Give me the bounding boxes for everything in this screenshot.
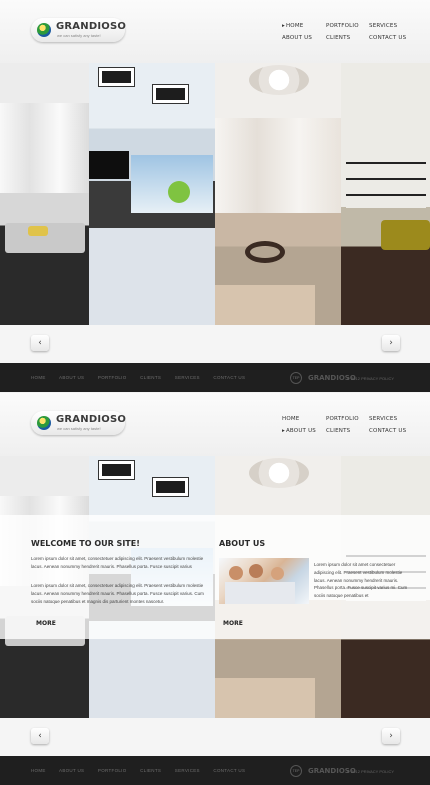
footer-link-about[interactable]: ABOUT US bbox=[59, 768, 84, 773]
prev-arrow-button[interactable]: ‹ bbox=[31, 728, 49, 744]
carousel-controls: ‹ › bbox=[0, 718, 430, 756]
site-footer: HOME ABOUT US PORTFOLIO CLIENTS SERVICES… bbox=[0, 756, 430, 785]
nav-about-us[interactable]: ABOUT US bbox=[282, 35, 312, 41]
footer-link-portfolio[interactable]: PORTFOLIO bbox=[98, 375, 127, 380]
about-more-button[interactable]: MORE bbox=[223, 620, 243, 627]
footer-link-home[interactable]: HOME bbox=[31, 768, 46, 773]
logo-text: GRANDIOSO bbox=[56, 21, 127, 32]
logo-text: GRANDIOSO bbox=[56, 414, 127, 425]
footer-link-portfolio[interactable]: PORTFOLIO bbox=[98, 768, 127, 773]
welcome-title: WELCOME TO OUR SITE! bbox=[31, 539, 140, 548]
gallery-panel-bedroom[interactable] bbox=[215, 63, 341, 325]
footer-link-home[interactable]: HOME bbox=[31, 375, 46, 380]
bed-decor bbox=[215, 285, 315, 325]
welcome-more-button[interactable]: MORE bbox=[36, 620, 56, 627]
gallery-panel-modern-lounge[interactable] bbox=[89, 63, 215, 325]
gallery-panel-study[interactable] bbox=[341, 63, 430, 325]
nav-portfolio[interactable]: PORTFOLIO bbox=[326, 416, 359, 422]
ceiling-lamp-decor bbox=[152, 477, 189, 497]
next-arrow-button[interactable]: › bbox=[382, 728, 400, 744]
footer-nav: HOME ABOUT US PORTFOLIO CLIENTS SERVICES… bbox=[31, 375, 257, 380]
nav-services[interactable]: SERVICES bbox=[369, 416, 397, 422]
hero-gallery bbox=[0, 63, 430, 325]
logo-tagline: we can satisfy any taste! bbox=[57, 426, 101, 431]
footer-badge-icon: TEP bbox=[290, 765, 302, 777]
logo-emblem-icon bbox=[37, 416, 51, 430]
footer-badge-icon: TEP bbox=[290, 372, 302, 384]
footer-nav: HOME ABOUT US PORTFOLIO CLIENTS SERVICES… bbox=[31, 768, 257, 773]
footer-link-about[interactable]: ABOUT US bbox=[59, 375, 84, 380]
about-title: ABOUT US bbox=[219, 539, 266, 548]
table-decor bbox=[245, 241, 285, 263]
bed-decor bbox=[215, 678, 315, 718]
logo[interactable]: GRANDIOSO we can satisfy any taste! bbox=[31, 18, 127, 42]
carousel-controls: ‹ › bbox=[0, 325, 430, 363]
nav-about-us[interactable]: ABOUT US bbox=[282, 428, 316, 434]
welcome-paragraph-2: Lorem ipsum dolor sit amet, consectetuer… bbox=[31, 583, 204, 604]
screen-home: GRANDIOSO we can satisfy any taste! HOME… bbox=[0, 0, 430, 392]
nav-services[interactable]: SERVICES bbox=[369, 23, 397, 29]
plant-decor bbox=[168, 181, 190, 203]
pendant-lamp-decor bbox=[249, 458, 309, 488]
nav-clients[interactable]: CLIENTS bbox=[326, 35, 350, 41]
footer-copyright[interactable]: © 2012 PRIVACY POLICY bbox=[347, 769, 394, 774]
footer-brand: TEP GRANDIOSO © 2012 PRIVACY POLICY bbox=[290, 764, 410, 778]
prev-arrow-button[interactable]: ‹ bbox=[31, 335, 49, 351]
ceiling-lamp-decor bbox=[98, 67, 135, 87]
footer-link-contact[interactable]: CONTACT US bbox=[213, 768, 245, 773]
tv-decor bbox=[89, 151, 129, 179]
cushion-decor bbox=[28, 226, 48, 236]
shelves-decor bbox=[346, 148, 426, 208]
footer-link-clients[interactable]: CLIENTS bbox=[140, 375, 161, 380]
footer-link-services[interactable]: SERVICES bbox=[175, 375, 200, 380]
about-paragraph: Lorem ipsum dolor sit amet consectetuer … bbox=[314, 562, 408, 599]
main-nav: HOME PORTFOLIO SERVICES ABOUT US CLIENTS… bbox=[282, 23, 412, 47]
site-footer: HOME ABOUT US PORTFOLIO CLIENTS SERVICES… bbox=[0, 363, 430, 392]
logo-tagline: we can satisfy any taste! bbox=[57, 33, 101, 38]
main-nav: HOME PORTFOLIO SERVICES ABOUT US CLIENTS… bbox=[282, 416, 412, 440]
team-photo bbox=[219, 558, 309, 604]
logo[interactable]: GRANDIOSO we can satisfy any taste! bbox=[31, 411, 127, 435]
armchair-decor bbox=[381, 220, 430, 250]
nav-contact-us[interactable]: CONTACT US bbox=[369, 428, 406, 434]
nav-clients[interactable]: CLIENTS bbox=[326, 428, 350, 434]
curtain-decor bbox=[0, 103, 89, 193]
logo-emblem-icon bbox=[37, 23, 51, 37]
next-arrow-button[interactable]: › bbox=[382, 335, 400, 351]
gallery-panel-living-room[interactable] bbox=[0, 63, 89, 325]
footer-copyright[interactable]: © 2012 PRIVACY POLICY bbox=[347, 376, 394, 381]
footer-link-services[interactable]: SERVICES bbox=[175, 768, 200, 773]
site-header: GRANDIOSO we can satisfy any taste! HOME… bbox=[0, 0, 430, 63]
footer-link-clients[interactable]: CLIENTS bbox=[140, 768, 161, 773]
welcome-paragraph-1: Lorem ipsum dolor sit amet, consectetuer… bbox=[31, 556, 204, 569]
pendant-lamp-decor bbox=[249, 65, 309, 95]
footer-link-contact[interactable]: CONTACT US bbox=[213, 375, 245, 380]
nav-home[interactable]: HOME bbox=[282, 23, 303, 29]
window-decor bbox=[215, 118, 341, 213]
nav-home[interactable]: HOME bbox=[282, 416, 300, 422]
ceiling-lamp-decor bbox=[152, 84, 189, 104]
site-header: GRANDIOSO we can satisfy any taste! HOME… bbox=[0, 393, 430, 456]
nav-portfolio[interactable]: PORTFOLIO bbox=[326, 23, 359, 29]
nav-contact-us[interactable]: CONTACT US bbox=[369, 35, 406, 41]
ceiling-lamp-decor bbox=[98, 460, 135, 480]
footer-brand: TEP GRANDIOSO © 2012 PRIVACY POLICY bbox=[290, 371, 410, 385]
